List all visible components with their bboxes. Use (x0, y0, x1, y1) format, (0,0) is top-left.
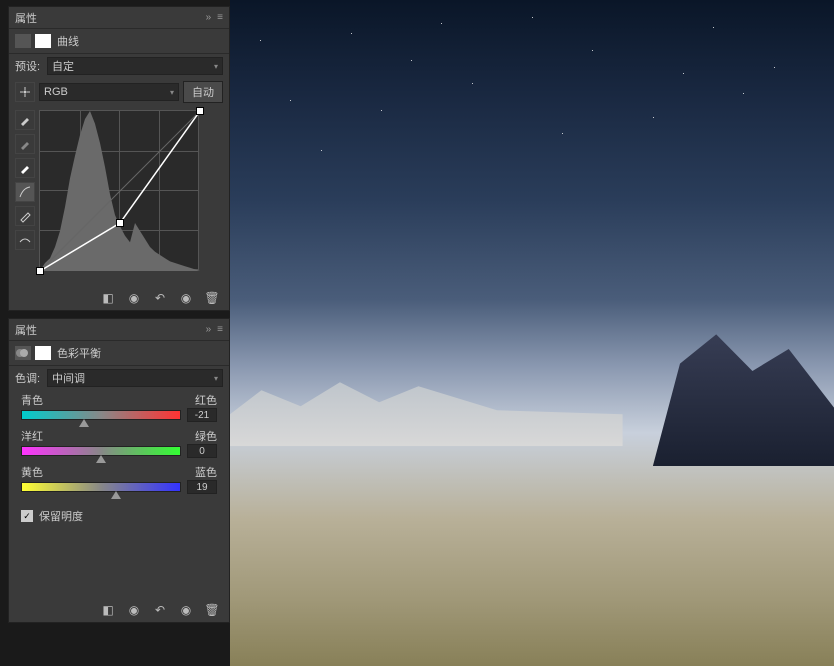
preset-value: 自定 (52, 58, 74, 74)
curve-point-handle[interactable] (36, 267, 44, 275)
preset-row: 预设: 自定 ▾ (9, 54, 229, 78)
prev-state-icon[interactable]: ◉ (125, 602, 143, 618)
color-slider-mg: 洋红 绿色 0 (9, 426, 229, 462)
pencil-icon[interactable] (15, 206, 35, 226)
slider-left-label: 洋红 (21, 428, 43, 444)
target-adjust-icon[interactable] (15, 82, 35, 102)
reset-icon[interactable]: ↶ (151, 602, 169, 618)
tone-row: 色调: 中间调 ▾ (9, 366, 229, 390)
color-slider-yb: 黄色 蓝色 19 (9, 462, 229, 498)
adjustment-name: 色彩平衡 (57, 345, 101, 361)
prev-state-icon[interactable]: ◉ (125, 290, 143, 306)
slider-right-label: 红色 (195, 392, 217, 408)
clip-icon[interactable]: ◧ (99, 602, 117, 618)
edit-points-icon[interactable] (15, 182, 35, 202)
panel-footer: ◧ ◉ ↶ ◉ 🗑 (99, 602, 221, 618)
channel-value: RGB (44, 86, 68, 98)
eyedropper-black-icon[interactable] (15, 110, 35, 130)
slider-thumb[interactable] (111, 491, 121, 499)
mountain-near-decoration (653, 320, 834, 467)
panel-title: 属性 (15, 322, 206, 338)
layer-mask-icon (35, 34, 51, 48)
curve-point-handle[interactable] (196, 107, 204, 115)
collapse-icon[interactable]: » (206, 12, 212, 23)
tone-dropdown[interactable]: 中间调 ▾ (47, 369, 223, 387)
color-slider-cr: 青色 红色 -21 (9, 390, 229, 426)
clip-icon[interactable]: ◧ (99, 290, 117, 306)
adjustment-type-row: 曲线 (9, 29, 229, 54)
panel-title: 属性 (15, 10, 206, 26)
chevron-down-icon: ▾ (170, 88, 174, 97)
slider-right-label: 蓝色 (195, 464, 217, 480)
properties-panel-color-balance: 属性 » ≡ 色彩平衡 色调: 中间调 ▾ 青色 红色 -21 洋红 (8, 318, 230, 623)
color-balance-adjustment-icon (15, 346, 31, 360)
channel-dropdown[interactable]: RGB ▾ (39, 83, 179, 101)
adjustment-type-row: 色彩平衡 (9, 341, 229, 366)
visibility-icon[interactable]: ◉ (177, 290, 195, 306)
curve-point-handle[interactable] (116, 219, 124, 227)
slider-value-input[interactable]: -21 (187, 408, 217, 422)
curves-adjustment-icon (15, 34, 31, 48)
delete-icon[interactable]: 🗑 (203, 290, 221, 306)
chevron-down-icon: ▾ (214, 62, 218, 71)
curve-graph[interactable] (39, 110, 199, 270)
slider-left-label: 黄色 (21, 464, 43, 480)
visibility-icon[interactable]: ◉ (177, 602, 195, 618)
eyedropper-gray-icon[interactable] (15, 134, 35, 154)
auto-button[interactable]: 自动 (183, 81, 223, 103)
preset-label: 预设: (15, 58, 43, 74)
tone-value: 中间调 (52, 370, 85, 386)
eyedropper-white-icon[interactable] (15, 158, 35, 178)
slider-thumb[interactable] (96, 455, 106, 463)
panel-header: 属性 » ≡ (9, 7, 229, 29)
panel-header: 属性 » ≡ (9, 319, 229, 341)
slider-left-label: 青色 (21, 392, 43, 408)
curve-line (40, 111, 200, 271)
adjustment-name: 曲线 (57, 33, 79, 49)
slider-track[interactable] (21, 410, 181, 420)
slider-track[interactable] (21, 482, 181, 492)
reset-icon[interactable]: ↶ (151, 290, 169, 306)
collapse-icon[interactable]: » (206, 324, 212, 335)
tone-label: 色调: (15, 370, 43, 386)
delete-icon[interactable]: 🗑 (203, 602, 221, 618)
canvas-viewport[interactable] (230, 0, 834, 666)
slider-value-input[interactable]: 0 (187, 444, 217, 458)
curves-tool-column (15, 110, 35, 270)
slider-right-label: 绿色 (195, 428, 217, 444)
chevron-down-icon: ▾ (214, 374, 218, 383)
channel-row: RGB ▾ 自动 (9, 78, 229, 106)
properties-panel-curves: 属性 » ≡ 曲线 预设: 自定 ▾ RGB ▾ 自动 (8, 6, 230, 311)
preset-dropdown[interactable]: 自定 ▾ (47, 57, 223, 75)
mountain-far-decoration (230, 366, 623, 446)
slider-track[interactable] (21, 446, 181, 456)
layer-mask-icon (35, 346, 51, 360)
slider-thumb[interactable] (79, 419, 89, 427)
panel-menu-icon[interactable]: ≡ (217, 324, 223, 335)
preserve-luminosity-checkbox[interactable]: ✓ (21, 510, 33, 522)
slider-value-input[interactable]: 19 (187, 480, 217, 494)
smooth-icon[interactable] (15, 230, 35, 250)
preserve-luminosity-row: ✓ 保留明度 (9, 498, 229, 534)
curves-editor (9, 106, 229, 274)
panel-footer: ◧ ◉ ↶ ◉ 🗑 (99, 290, 221, 306)
preserve-luminosity-label: 保留明度 (39, 508, 83, 524)
panel-menu-icon[interactable]: ≡ (217, 12, 223, 23)
